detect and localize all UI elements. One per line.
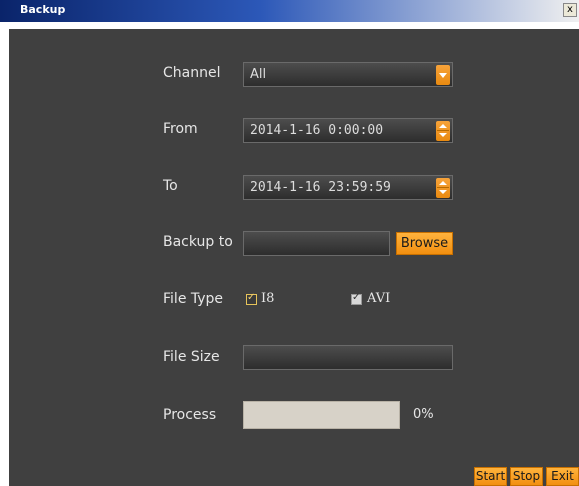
browse-button[interactable]: Browse <box>396 232 453 255</box>
progress-bar <box>243 401 400 429</box>
spinner-icon[interactable] <box>436 121 450 141</box>
exit-button[interactable]: Exit <box>546 467 579 486</box>
to-value: 2014-1-16 23:59:59 <box>250 180 391 195</box>
from-label: From <box>163 121 198 137</box>
to-datetime-field[interactable]: 2014-1-16 23:59:59 <box>243 175 453 200</box>
file-size-field <box>243 345 453 370</box>
to-label: To <box>163 178 178 194</box>
close-button[interactable]: x <box>563 3 577 17</box>
process-label: Process <box>163 407 217 423</box>
start-button[interactable]: Start <box>474 467 507 486</box>
title-bar[interactable]: Backup x <box>0 0 579 22</box>
stop-button[interactable]: Stop <box>510 467 543 486</box>
avi-label: AVI <box>367 291 391 306</box>
progress-percent: 0% <box>413 407 434 422</box>
channel-select[interactable]: All <box>243 62 453 87</box>
file-size-label: File Size <box>163 349 220 365</box>
chevron-down-icon[interactable] <box>436 65 450 85</box>
backup-path-input[interactable] <box>243 231 390 256</box>
spinner-icon[interactable] <box>436 178 450 198</box>
i8-label: I8 <box>261 291 275 306</box>
window-title: Backup <box>20 3 66 16</box>
avi-checkbox[interactable] <box>351 292 362 305</box>
backup-dialog: Backup x Channel All From 2014-1-16 0:00… <box>0 0 579 486</box>
file-type-label: File Type <box>163 291 224 307</box>
from-value: 2014-1-16 0:00:00 <box>250 123 384 138</box>
from-datetime-field[interactable]: 2014-1-16 0:00:00 <box>243 118 453 143</box>
backup-to-label: Backup to <box>163 234 233 250</box>
channel-value: All <box>250 67 267 82</box>
channel-label: Channel <box>163 65 221 81</box>
backup-panel: Channel All From 2014-1-16 0:00:00 To 20… <box>9 29 579 486</box>
i8-checkbox[interactable] <box>246 292 257 305</box>
